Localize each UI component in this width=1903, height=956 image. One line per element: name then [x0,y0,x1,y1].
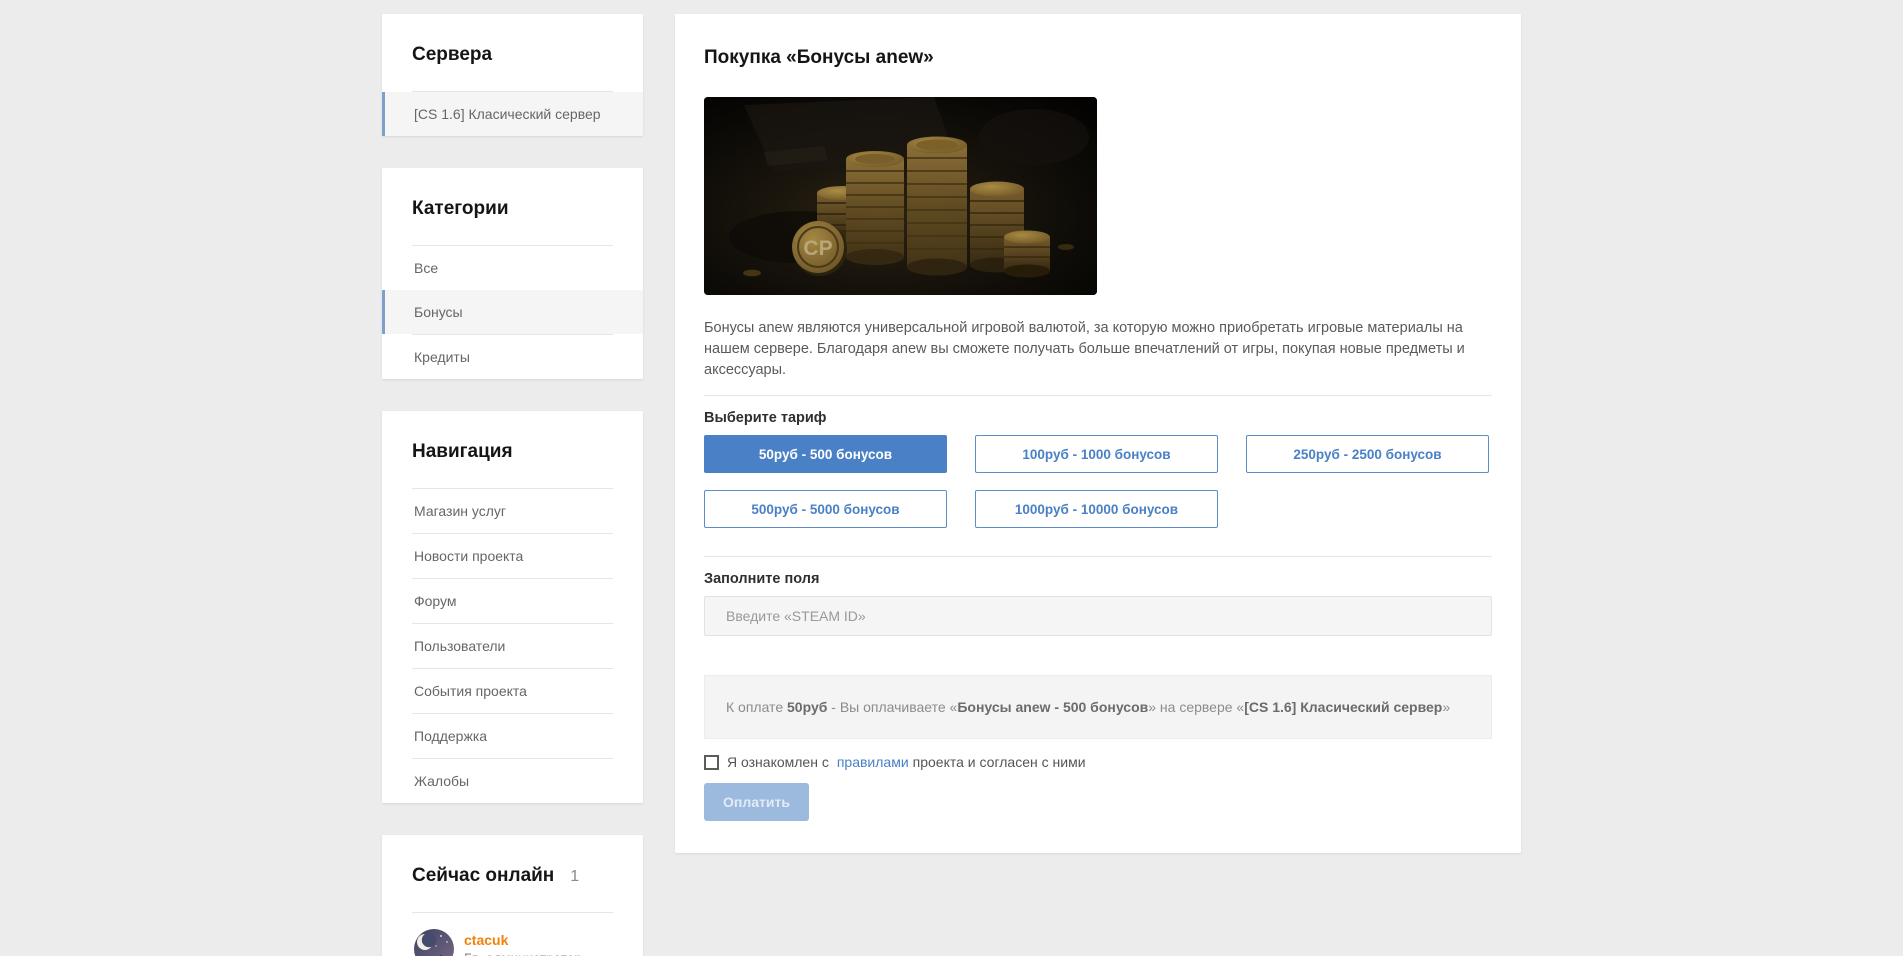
tariff-button-50[interactable]: 50руб - 500 бонусов [704,435,947,473]
tariff-button-100[interactable]: 100руб - 1000 бонусов [975,435,1218,473]
tariff-button-250[interactable]: 250руб - 2500 бонусов [1246,435,1489,473]
tariff-options: 50руб - 500 бонусов 100руб - 1000 бонусо… [704,435,1492,528]
sidebar-item-news[interactable]: Новости проекта [382,534,643,578]
sidebar-item-events[interactable]: События проекта [382,669,643,713]
online-user-row: ctacuk Гл. администратор [382,913,643,956]
divider [704,556,1492,557]
purchase-panel: Покупка «Бонусы anew» CP Бонусы anew явл… [675,14,1521,853]
tariff-button-1000[interactable]: 1000руб - 10000 бонусов [975,490,1218,528]
page-title: Покупка «Бонусы anew» [704,47,934,68]
online-user-role: Гл. администратор [464,951,582,956]
sidebar-item-category-bonuses[interactable]: Бонусы [382,290,643,334]
summary-amount: 50руб [787,699,828,715]
navigation-list: Магазин услуг Новости проекта Форум Поль… [382,489,643,803]
steam-id-input[interactable] [704,596,1492,636]
summary-after-product: » на сервере « [1148,699,1245,715]
categories-card-title: Категории [412,198,509,219]
summary-prefix: К оплате [726,699,787,715]
tariff-button-500[interactable]: 500руб - 5000 бонусов [704,490,947,528]
servers-card: Сервера [CS 1.6] Класический сервер [382,14,643,136]
agreement-text-before: Я ознакомлен с [727,754,829,770]
summary-suffix: » [1442,699,1451,715]
servers-list: [CS 1.6] Класический сервер [382,92,643,136]
sidebar-item-category-all[interactable]: Все [382,246,643,290]
sidebar-item-category-credits[interactable]: Кредиты [382,335,643,379]
online-card-title: Сейчас онлайн 1 [382,835,643,912]
pay-button[interactable]: Оплатить [704,783,809,821]
navigation-card-title: Навигация [412,441,513,462]
online-user-info: ctacuk Гл. администратор [464,932,582,956]
fields-section-label: Заполните поля [704,571,820,587]
summary-server: [CS 1.6] Класический сервер [1244,699,1443,715]
sidebar-item-complaints[interactable]: Жалобы [382,759,643,803]
online-title-label: Сейчас онлайн [412,865,555,886]
avatar[interactable] [414,929,454,956]
sidebar-item-server-cs16[interactable]: [CS 1.6] Класический сервер [382,92,643,136]
online-username[interactable]: ctacuk [464,932,582,948]
online-count-badge: 1 [570,868,580,885]
product-description: Бонусы anew являются универсальной игров… [704,320,1465,378]
summary-middle: - Вы оплачиваете « [827,699,958,715]
rules-checkbox[interactable] [704,754,719,770]
tariff-section-label: Выберите тариф [704,410,827,426]
navigation-card: Навигация Магазин услуг Новости проекта … [382,411,643,803]
sidebar: Сервера [CS 1.6] Класический сервер Кате… [382,14,643,956]
product-image: CP [704,97,1097,295]
rules-link[interactable]: правилами [837,754,909,770]
servers-card-title: Сервера [412,44,493,65]
online-card: Сейчас онлайн 1 ctacuk [382,835,643,956]
sidebar-item-users[interactable]: Пользователи [382,624,643,668]
categories-list: Все Бонусы Кредиты [382,246,643,379]
sidebar-item-shop[interactable]: Магазин услуг [382,489,643,533]
summary-product: Бонусы anew - 500 бонусов [957,699,1149,715]
agreement-row: Я ознакомлен с правилами проекта и согла… [704,754,1492,770]
divider [704,395,1492,396]
payment-summary: К оплате 50руб - Вы оплачиваете «Бонусы … [704,675,1492,739]
categories-card: Категории Все Бонусы Кредиты [382,168,643,379]
sidebar-item-support[interactable]: Поддержка [382,714,643,758]
sidebar-item-forum[interactable]: Форум [382,579,643,623]
agreement-text-after: проекта и согласен с ними [912,754,1086,770]
